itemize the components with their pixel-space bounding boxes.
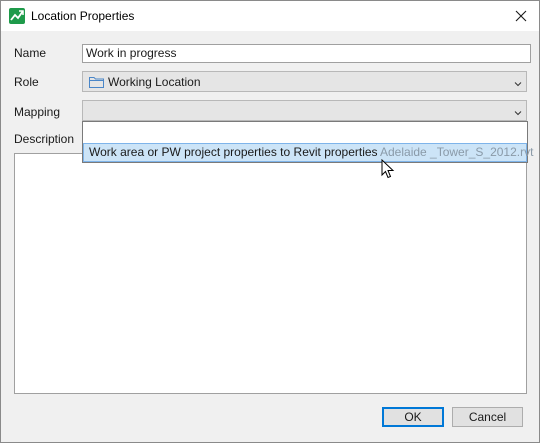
name-field[interactable]: Work in progress xyxy=(82,44,531,63)
dropdown-option-empty[interactable] xyxy=(83,122,527,142)
mouse-cursor-icon xyxy=(381,158,395,179)
role-label: Role xyxy=(14,75,39,89)
chevron-down-icon xyxy=(514,106,522,116)
folder-icon xyxy=(89,76,104,88)
option-label: Work area or PW project properties to Re… xyxy=(89,145,378,159)
option-detail: Adelaide _Tower_S_2012.rvt xyxy=(380,145,534,159)
chevron-down-icon xyxy=(514,77,522,87)
location-properties-app-icon xyxy=(9,8,25,24)
close-button[interactable] xyxy=(503,1,539,31)
window-title: Location Properties xyxy=(31,9,135,23)
mapping-dropdown[interactable] xyxy=(82,100,527,121)
role-dropdown[interactable]: Working Location xyxy=(82,71,527,92)
location-properties-dialog: Location Properties Name Work in progres… xyxy=(0,0,540,443)
mapping-label: Mapping xyxy=(14,105,61,119)
mapping-dropdown-list: Work area or PW project properties to Re… xyxy=(82,121,533,163)
cancel-button[interactable]: Cancel xyxy=(452,407,523,427)
role-value: Working Location xyxy=(108,75,201,89)
description-label: Description xyxy=(14,132,75,146)
name-label: Name xyxy=(14,46,47,60)
ok-button[interactable]: OK xyxy=(382,407,444,427)
dropdown-option-revit-mapping[interactable]: Work area or PW project properties to Re… xyxy=(83,143,533,162)
close-icon xyxy=(515,10,527,22)
description-field[interactable] xyxy=(14,153,527,394)
title-bar: Location Properties xyxy=(1,1,539,31)
